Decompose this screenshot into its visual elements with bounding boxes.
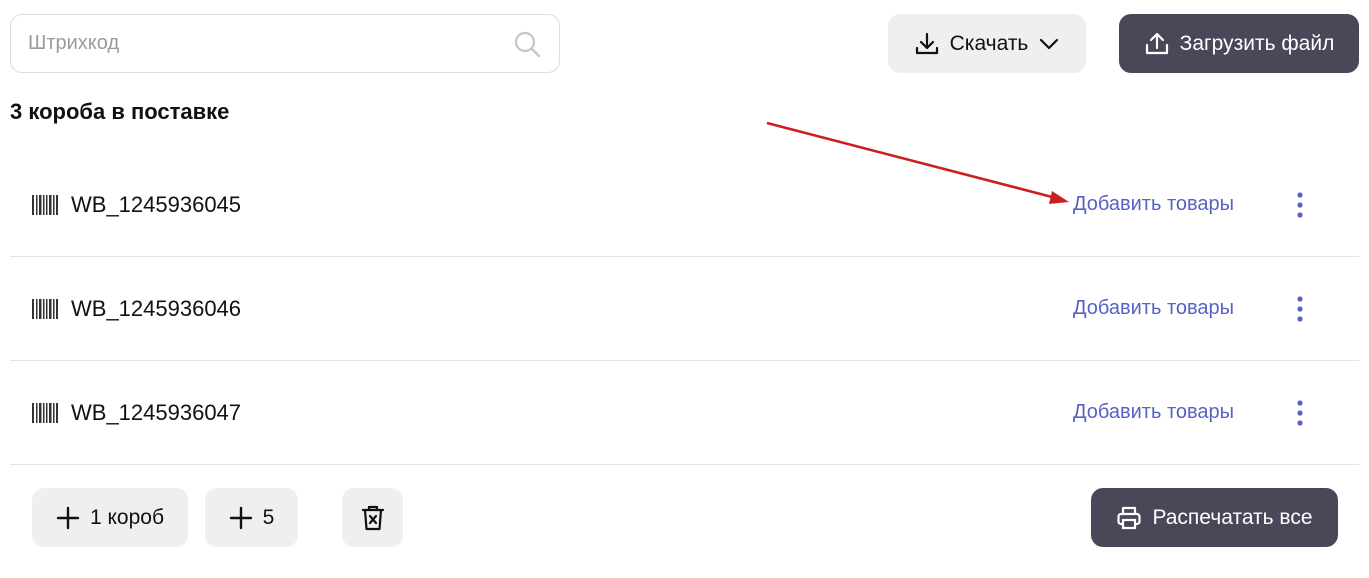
- print-all-button[interactable]: Распечатать все: [1091, 488, 1338, 547]
- download-button[interactable]: Скачать: [888, 14, 1086, 73]
- add-goods-link[interactable]: Добавить товары: [1073, 193, 1234, 216]
- box-row: WB_1245936045 Добавить товары: [10, 153, 1359, 257]
- boxes-count-heading: 3 короба в поставке: [10, 99, 230, 124]
- upload-file-button[interactable]: Загрузить файл: [1119, 14, 1359, 73]
- upload-icon: [1145, 32, 1168, 54]
- search-icon[interactable]: [513, 30, 541, 58]
- box-row: WB_1245936046 Добавить товары: [10, 257, 1359, 361]
- box-code: WB_1245936045: [71, 191, 242, 217]
- barcode-icon: [32, 402, 58, 423]
- more-options-icon[interactable]: [1288, 190, 1312, 220]
- add-goods-link[interactable]: Добавить товары: [1073, 297, 1234, 320]
- add-five-boxes-button[interactable]: 5: [205, 488, 298, 547]
- box-code: WB_1245936047: [71, 399, 242, 425]
- add-goods-link[interactable]: Добавить товары: [1073, 401, 1234, 424]
- add-one-box-button[interactable]: 1 короб: [32, 488, 188, 547]
- barcode-icon: [32, 194, 58, 215]
- box-code: WB_1245936046: [71, 295, 242, 321]
- plus-icon: [56, 506, 80, 529]
- plus-icon: [229, 506, 252, 529]
- page: Скачать Загрузить файл 3 короба в постав…: [0, 0, 1369, 578]
- trash-icon: [361, 505, 384, 530]
- print-all-label: Распечатать все: [1152, 505, 1313, 529]
- more-options-icon[interactable]: [1288, 294, 1312, 324]
- add-five-boxes-label: 5: [262, 505, 275, 529]
- printer-icon: [1117, 506, 1142, 529]
- barcode-search[interactable]: [10, 14, 560, 73]
- barcode-icon: [32, 298, 58, 319]
- barcode-search-input[interactable]: [28, 32, 498, 55]
- chevron-down-icon: [1040, 38, 1059, 49]
- download-button-label: Скачать: [949, 31, 1029, 55]
- download-icon: [915, 32, 938, 54]
- delete-boxes-button[interactable]: [342, 488, 403, 547]
- upload-file-button-label: Загрузить файл: [1179, 31, 1335, 55]
- add-one-box-label: 1 короб: [89, 505, 164, 529]
- box-row: WB_1245936047 Добавить товары: [10, 361, 1359, 465]
- more-options-icon[interactable]: [1288, 398, 1312, 428]
